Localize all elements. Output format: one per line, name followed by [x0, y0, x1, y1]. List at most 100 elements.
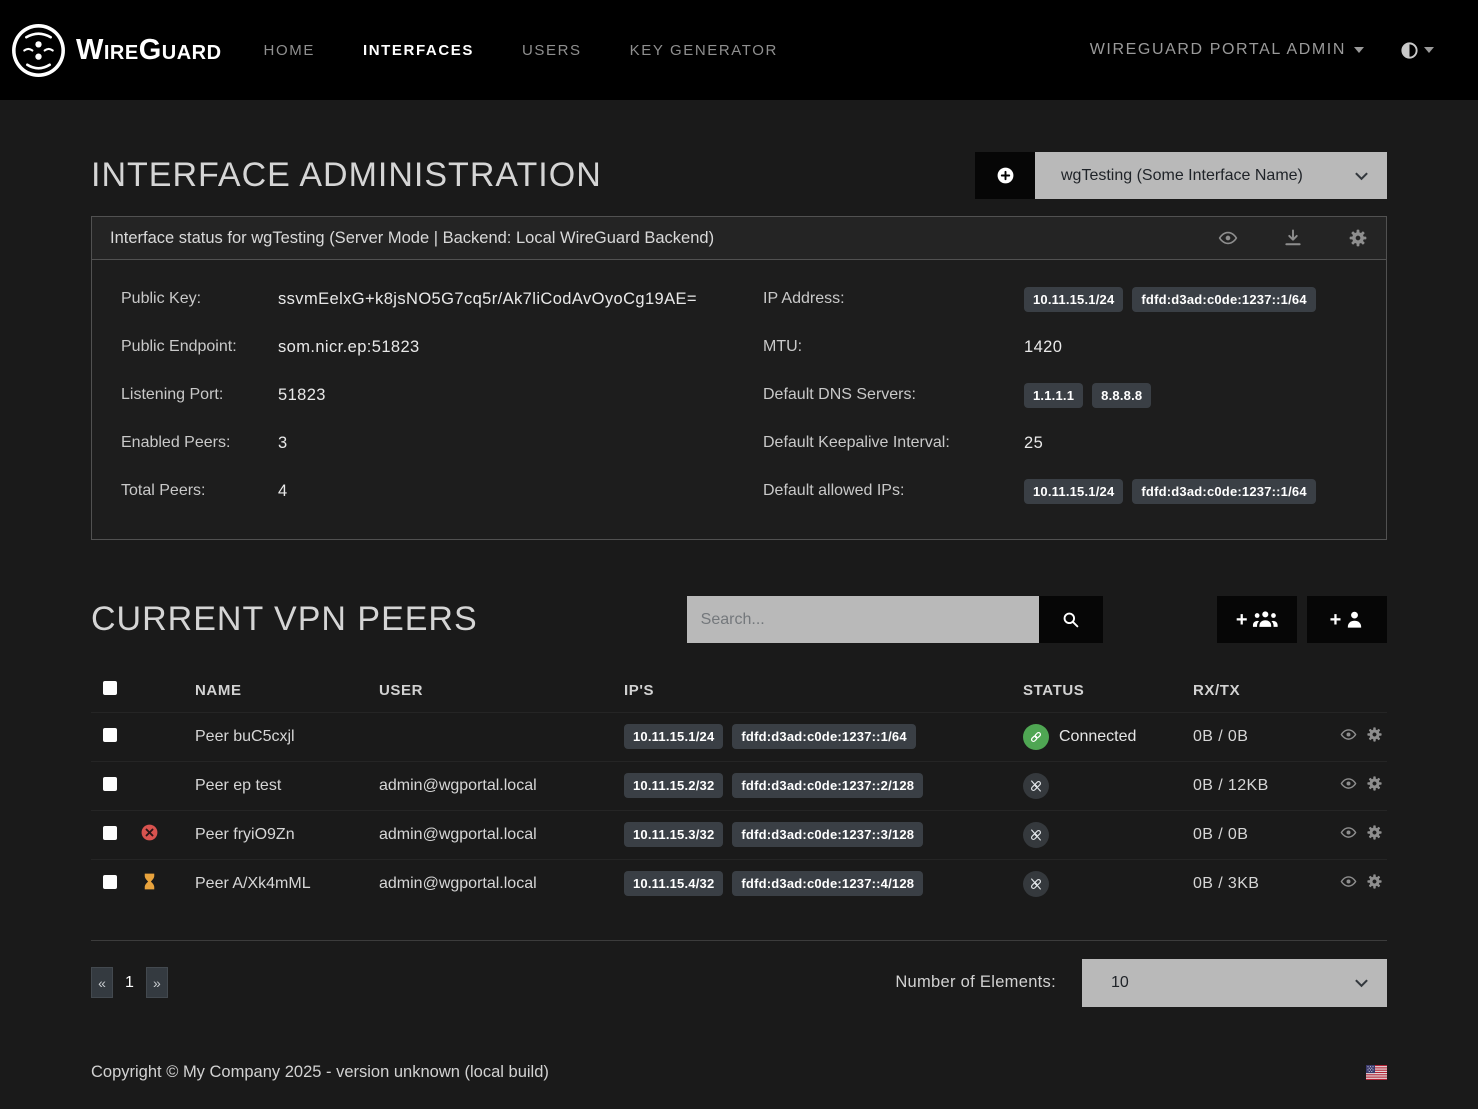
gear-icon[interactable]: [1366, 775, 1383, 792]
user-menu-dropdown[interactable]: WIREGUARD PORTAL ADMIN: [1090, 41, 1364, 59]
interface-select-value: wgTesting (Some Interface Name): [1061, 167, 1303, 185]
table-header-row: NAME USER IP'S STATUS RX/TX: [91, 668, 1387, 713]
peer-select-checkbox[interactable]: [103, 826, 117, 840]
detail-value: som.nicr.ep:51823: [278, 338, 420, 357]
ip-badge: fdfd:d3ad:c0de:1237::1/64: [732, 724, 915, 749]
link-icon: [1023, 724, 1049, 750]
nav-item-key-generator[interactable]: KEY GENERATOR: [630, 42, 778, 59]
ban-icon: [140, 823, 159, 842]
download-icon[interactable]: [1283, 228, 1303, 248]
value-badge: 1.1.1.1: [1024, 383, 1083, 408]
add-peer-icon: [1345, 610, 1364, 629]
eye-icon[interactable]: [1340, 726, 1357, 743]
pagination-current-page: 1: [125, 974, 134, 992]
pagination-prev-button[interactable]: «: [91, 967, 113, 998]
column-header-user[interactable]: USER: [379, 668, 624, 713]
gear-icon[interactable]: [1366, 824, 1383, 841]
peer-row: Peer A/Xk4mMLadmin@wgportal.local10.11.1…: [91, 860, 1387, 909]
interface-status-card-body: Public Key:ssvmEelxG+k8jsNO5G7cq5r/Ak7li…: [92, 260, 1386, 539]
eye-icon[interactable]: [1340, 873, 1357, 890]
select-all-checkbox[interactable]: [103, 681, 117, 695]
elements-count-label: Number of Elements:: [895, 973, 1056, 992]
nav-item-home[interactable]: HOME: [264, 42, 315, 59]
elements-count-value: 10: [1111, 974, 1129, 992]
value-badge: fdfd:d3ad:c0de:1237::1/64: [1132, 479, 1315, 504]
interface-select[interactable]: wgTesting (Some Interface Name): [1035, 152, 1387, 199]
gear-icon[interactable]: [1348, 228, 1368, 248]
column-header-ips[interactable]: IP'S: [624, 668, 1023, 713]
peer-ips: 10.11.15.4/32 fdfd:d3ad:c0de:1237::4/128: [624, 860, 1023, 909]
us-flag-icon[interactable]: [1366, 1065, 1387, 1080]
hourglass-icon: [140, 872, 159, 891]
detail-value: 10.11.15.1/24fdfd:d3ad:c0de:1237::1/64: [1024, 479, 1316, 504]
wireguard-logo: [10, 22, 67, 79]
peer-name: Peer buC5cxjl: [195, 713, 379, 762]
interface-detail-row: Default Keepalive Interval:25: [739, 419, 1370, 467]
nav-links: HOME INTERFACES USERS KEY GENERATOR: [264, 42, 778, 59]
eye-icon[interactable]: [1340, 824, 1357, 841]
search-input[interactable]: [687, 596, 1039, 643]
interface-status-title: Interface status for wgTesting (Server M…: [110, 229, 714, 248]
interface-status-card: Interface status for wgTesting (Server M…: [91, 216, 1387, 540]
add-peer-button[interactable]: +: [1307, 596, 1387, 643]
peer-user: [379, 713, 624, 762]
link-slash-icon: [1023, 871, 1049, 897]
add-interface-button[interactable]: [975, 152, 1035, 199]
peer-table: NAME USER IP'S STATUS RX/TX Peer buC5cxj…: [91, 668, 1387, 941]
detail-label: Total Peers:: [121, 482, 278, 500]
link-slash-icon: [1023, 773, 1049, 799]
brand[interactable]: WireGuard: [10, 22, 222, 79]
detail-label: Default Keepalive Interval:: [763, 434, 1024, 452]
interface-detail-row: Total Peers:4: [108, 467, 739, 515]
circle-half-theme-icon: [1400, 41, 1419, 60]
navbar: WireGuard HOME INTERFACES USERS KEY GENERAT…: [0, 0, 1478, 100]
brand-text: WireGuard: [76, 34, 222, 67]
eye-icon[interactable]: [1218, 228, 1238, 248]
nav-item-users[interactable]: USERS: [522, 42, 582, 59]
value-badge: 10.11.15.1/24: [1024, 287, 1123, 312]
value-badge: 8.8.8.8: [1092, 383, 1151, 408]
peer-select-checkbox[interactable]: [103, 777, 117, 791]
detail-label: Enabled Peers:: [121, 434, 278, 452]
column-header-rxtx[interactable]: RX/TX: [1193, 668, 1327, 713]
detail-label: Public Endpoint:: [121, 338, 278, 356]
ip-badge: fdfd:d3ad:c0de:1237::2/128: [732, 773, 923, 798]
search-icon: [1061, 610, 1080, 629]
detail-value: ssvmEelxG+k8jsNO5G7cq5r/Ak7liCodAvOyoCg1…: [278, 290, 697, 309]
interface-detail-row: Public Endpoint:som.nicr.ep:51823: [108, 323, 739, 371]
eye-icon[interactable]: [1340, 775, 1357, 792]
pagination-next-button[interactable]: »: [146, 967, 168, 998]
gear-icon[interactable]: [1366, 873, 1383, 890]
gear-icon[interactable]: [1366, 726, 1383, 743]
ip-badge: fdfd:d3ad:c0de:1237::4/128: [732, 871, 923, 896]
interface-detail-row: Listening Port:51823: [108, 371, 739, 419]
navbar-right: WIREGUARD PORTAL ADMIN: [1090, 41, 1434, 60]
caret-down-icon: [1354, 47, 1364, 53]
detail-label: Listening Port:: [121, 386, 278, 404]
plus-icon: +: [1330, 610, 1342, 630]
ip-badge: 10.11.15.4/32: [624, 871, 723, 896]
detail-label: MTU:: [763, 338, 1024, 356]
nav-item-interfaces[interactable]: INTERFACES: [363, 42, 474, 59]
add-multiple-peers-button[interactable]: +: [1217, 596, 1297, 643]
peer-select-checkbox[interactable]: [103, 875, 117, 889]
ip-badge: 10.11.15.2/32: [624, 773, 723, 798]
detail-label: Default DNS Servers:: [763, 386, 1024, 404]
peer-select-checkbox[interactable]: [103, 728, 117, 742]
column-header-status[interactable]: STATUS: [1023, 668, 1193, 713]
theme-toggle-dropdown[interactable]: [1400, 41, 1434, 60]
peer-name: Peer ep test: [195, 762, 379, 811]
footer: Copyright © My Company 2025 - version un…: [91, 1053, 1387, 1102]
peer-rxtx: 0B / 3KB: [1193, 860, 1327, 909]
search-button[interactable]: [1039, 596, 1103, 643]
column-header-name[interactable]: NAME: [195, 668, 379, 713]
interface-detail-row: Enabled Peers:3: [108, 419, 739, 467]
detail-label: Public Key:: [121, 290, 278, 308]
copyright-text: Copyright © My Company 2025 - version un…: [91, 1063, 549, 1082]
detail-label: Default allowed IPs:: [763, 482, 1024, 500]
plus-circle-icon: [996, 166, 1015, 185]
interface-detail-row: Public Key:ssvmEelxG+k8jsNO5G7cq5r/Ak7li…: [108, 275, 739, 323]
ip-badge: fdfd:d3ad:c0de:1237::3/128: [732, 822, 923, 847]
interface-detail-row: Default DNS Servers:1.1.1.1 8.8.8.8: [739, 371, 1370, 419]
elements-count-select[interactable]: 10: [1082, 959, 1387, 1007]
